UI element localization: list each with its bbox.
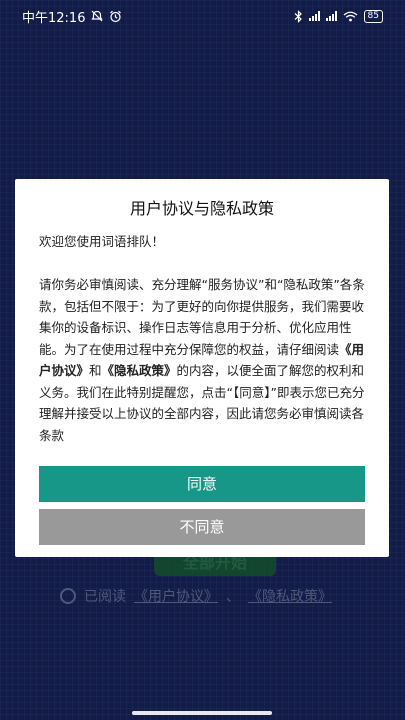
home-indicator[interactable] <box>132 711 272 715</box>
alarm-off-icon <box>91 10 104 22</box>
signal-icon-2 <box>325 11 337 21</box>
signal-icon-1 <box>308 11 320 21</box>
agree-button[interactable]: 同意 <box>39 466 365 502</box>
disagree-button[interactable]: 不同意 <box>39 509 365 545</box>
agreement-text: 请你务必审慎阅读、充分理解“服务协议”和“隐私政策”各条款，包括但不限于：为了更… <box>39 274 369 446</box>
agreement-text-part1: 请你务必审慎阅读、充分理解“服务协议”和“隐私政策”各条款，包括但不限于：为了更… <box>39 277 365 357</box>
status-bar: 中午12:16 85 <box>0 0 405 32</box>
bluetooth-icon <box>294 9 302 23</box>
and-text: 和 <box>89 363 102 378</box>
dialog-title: 用户协议与隐私政策 <box>129 199 274 218</box>
dialog-body[interactable]: 欢迎您使用词语排队！ 请你务必审慎阅读、充分理解“服务协议”和“隐私政策”各条款… <box>39 231 369 446</box>
battery-indicator: 85 <box>363 9 383 23</box>
welcome-text: 欢迎您使用词语排队！ <box>39 234 165 249</box>
privacy-dialog: 用户协议与隐私政策 欢迎您使用词语排队！ 请你务必审慎阅读、充分理解“服务协议”… <box>15 179 389 557</box>
status-time: 中午12:16 <box>22 10 86 26</box>
alarm-clock-icon <box>110 10 122 22</box>
dialog-privacy-link[interactable]: 《隐私政策》 <box>102 363 177 378</box>
wifi-icon <box>343 11 357 21</box>
